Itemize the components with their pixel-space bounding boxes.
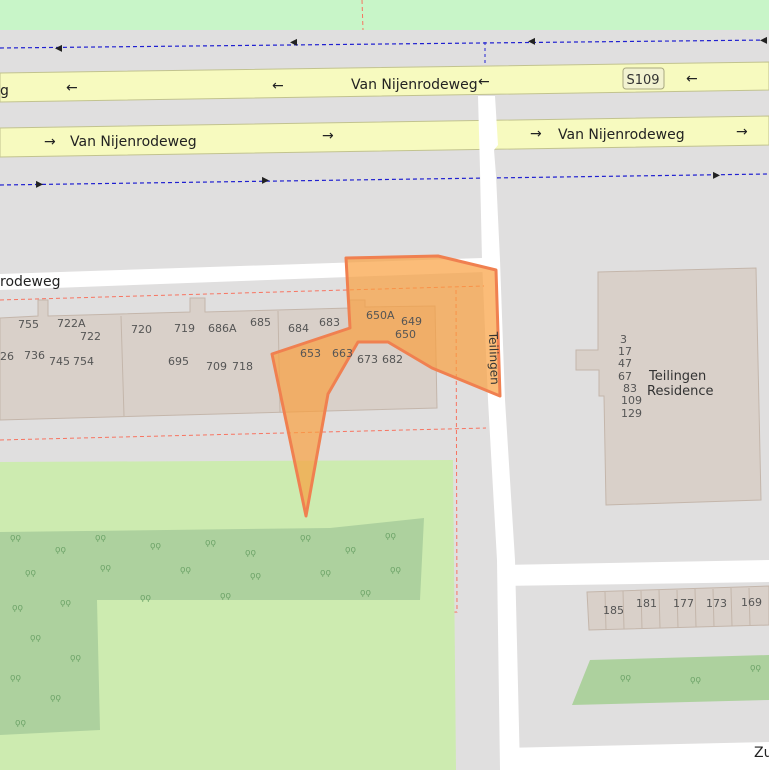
svg-text:ϙϙ: ϙϙ bbox=[390, 565, 402, 575]
route-ref-label: S109 bbox=[626, 73, 659, 88]
map-view[interactable]: ◂ ◂ ◂ ◂ ▸ ▸ ▸ ▸ ϙϙ ϙ bbox=[0, 0, 769, 770]
svg-text:ϙϙ: ϙϙ bbox=[15, 718, 27, 728]
svg-text:ϙϙ: ϙϙ bbox=[70, 653, 82, 663]
house-number: 754 bbox=[73, 355, 94, 368]
svg-text:ϙϙ: ϙϙ bbox=[55, 545, 67, 555]
house-number: 649 bbox=[401, 315, 422, 328]
house-number: 650A bbox=[366, 309, 395, 322]
road-label-south-east: Van Nijenrodeweg bbox=[558, 127, 685, 143]
map-canvas[interactable]: ◂ ◂ ◂ ◂ ▸ ▸ ▸ ▸ ϙϙ ϙ bbox=[0, 0, 769, 770]
house-number: 684 bbox=[288, 322, 309, 335]
oneway-arrow: → bbox=[736, 124, 748, 140]
house-number: 722 bbox=[80, 330, 101, 343]
svg-text:ϙϙ: ϙϙ bbox=[620, 673, 632, 683]
street-bottom[interactable] bbox=[500, 742, 769, 770]
house-number: 177 bbox=[673, 597, 694, 610]
house-number: 169 bbox=[741, 596, 762, 609]
house-number: 181 bbox=[636, 597, 657, 610]
house-number: 663 bbox=[332, 347, 353, 360]
svg-text:ϙϙ: ϙϙ bbox=[95, 533, 107, 543]
house-number: 173 bbox=[706, 597, 727, 610]
house-number: 685 bbox=[250, 316, 271, 329]
house-number: 745 bbox=[49, 355, 70, 368]
house-number: 26 bbox=[0, 350, 14, 363]
cycleway-arrow: ◂ bbox=[290, 34, 297, 50]
house-number: 653 bbox=[300, 347, 321, 360]
house-number: 709 bbox=[206, 360, 227, 373]
cycleway-north bbox=[0, 39, 769, 49]
oneway-arrow: → bbox=[44, 134, 56, 150]
svg-text:ϙϙ: ϙϙ bbox=[385, 531, 397, 541]
road-label-north-fragment: g bbox=[0, 83, 9, 99]
road-label-service: rodeweg bbox=[0, 274, 60, 290]
building-name-line2: Residence bbox=[647, 384, 713, 399]
cycleway-arrow: ▸ bbox=[36, 176, 43, 192]
oneway-arrow: ← bbox=[686, 71, 698, 87]
svg-text:ϙϙ: ϙϙ bbox=[150, 541, 162, 551]
svg-text:ϙϙ: ϙϙ bbox=[10, 673, 22, 683]
svg-text:ϙϙ: ϙϙ bbox=[245, 548, 257, 558]
house-number: 47 bbox=[618, 357, 632, 370]
svg-text:ϙϙ: ϙϙ bbox=[12, 603, 24, 613]
building-name-line1: Teilingen bbox=[648, 369, 706, 384]
house-number: 755 bbox=[18, 318, 39, 331]
house-number: 650 bbox=[395, 328, 416, 341]
oneway-arrow: ← bbox=[272, 78, 284, 94]
house-number: 722A bbox=[57, 317, 86, 330]
svg-text:ϙϙ: ϙϙ bbox=[320, 568, 332, 578]
cycleway-arrow: ◂ bbox=[55, 40, 62, 56]
cycleway-arrow: ◂ bbox=[528, 33, 535, 49]
road-label-bottom: Zu bbox=[754, 745, 769, 761]
house-number: 109 bbox=[621, 394, 642, 407]
house-number: 683 bbox=[319, 316, 340, 329]
svg-text:ϙϙ: ϙϙ bbox=[220, 591, 232, 601]
svg-text:ϙϙ: ϙϙ bbox=[140, 593, 152, 603]
oneway-arrow: → bbox=[530, 126, 542, 142]
cycleway-arrow: ▸ bbox=[713, 167, 720, 183]
park-area-top bbox=[0, 0, 769, 30]
house-number: 719 bbox=[174, 322, 195, 335]
svg-text:ϙϙ: ϙϙ bbox=[100, 563, 112, 573]
cycleway-arrow: ▸ bbox=[262, 172, 269, 188]
road-label-north: Van Nijenrodeweg bbox=[351, 77, 478, 93]
oneway-arrow: ← bbox=[66, 80, 78, 96]
forest-area-east[interactable] bbox=[572, 655, 769, 705]
svg-text:ϙϙ: ϙϙ bbox=[360, 588, 372, 598]
svg-text:ϙϙ: ϙϙ bbox=[180, 565, 192, 575]
svg-text:ϙϙ: ϙϙ bbox=[60, 598, 72, 608]
cycleway-arrow: ◂ bbox=[760, 32, 767, 48]
house-number: 718 bbox=[232, 360, 253, 373]
svg-text:ϙϙ: ϙϙ bbox=[345, 545, 357, 555]
house-number: 686A bbox=[208, 322, 237, 335]
svg-text:ϙϙ: ϙϙ bbox=[690, 675, 702, 685]
svg-text:ϙϙ: ϙϙ bbox=[205, 538, 217, 548]
boundary-line bbox=[0, 427, 487, 441]
svg-text:ϙϙ: ϙϙ bbox=[30, 633, 42, 643]
street-teilingen[interactable] bbox=[478, 96, 520, 770]
svg-text:ϙϙ: ϙϙ bbox=[50, 693, 62, 703]
house-number: 682 bbox=[382, 353, 403, 366]
svg-text:ϙϙ: ϙϙ bbox=[10, 533, 22, 543]
road-label-south-west: Van Nijenrodeweg bbox=[70, 134, 197, 150]
oneway-arrow: ← bbox=[478, 74, 490, 90]
svg-text:ϙϙ: ϙϙ bbox=[25, 568, 37, 578]
svg-text:ϙϙ: ϙϙ bbox=[750, 663, 762, 673]
road-label-teilingen: Teilingen bbox=[486, 331, 502, 385]
svg-text:ϙϙ: ϙϙ bbox=[250, 571, 262, 581]
house-number: 720 bbox=[131, 323, 152, 336]
oneway-arrow: → bbox=[322, 128, 334, 144]
house-number: 673 bbox=[357, 353, 378, 366]
house-number: 695 bbox=[168, 355, 189, 368]
house-number: 736 bbox=[24, 349, 45, 362]
house-number: 185 bbox=[603, 604, 624, 617]
svg-text:ϙϙ: ϙϙ bbox=[300, 533, 312, 543]
cycleway-south bbox=[0, 173, 769, 186]
house-number: 129 bbox=[621, 407, 642, 420]
street-horizontal-east[interactable] bbox=[500, 560, 769, 586]
